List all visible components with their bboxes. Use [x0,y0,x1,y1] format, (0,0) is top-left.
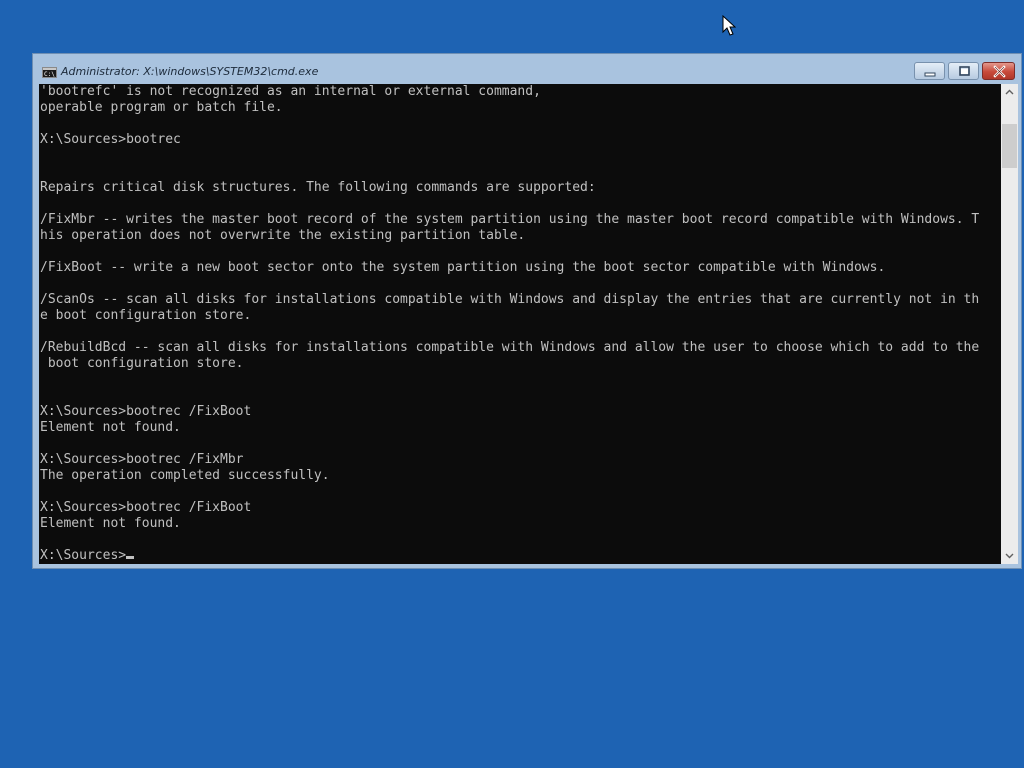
chevron-down-icon [1005,553,1014,559]
scroll-down-button[interactable] [1001,547,1018,564]
svg-text:C:\: C:\ [44,71,55,78]
cmd-window[interactable]: C:\ Administrator: X:\windows\SYSTEM32\c… [32,53,1022,569]
console-text: 'bootrefc' is not recognized as an inter… [39,84,979,564]
close-icon [993,65,1006,78]
command-prompt: X:\Sources> [40,548,127,563]
console-output[interactable]: 'bootrefc' is not recognized as an inter… [39,84,1001,564]
console-line: 'bootrefc' is not recognized as an inter… [40,84,541,99]
window-title: Administrator: X:\windows\SYSTEM32\cmd.e… [61,65,319,78]
console-line: X:\Sources>bootrec /FixBoot [40,404,252,419]
console-line: /ScanOs -- scan all disks for installati… [40,292,980,307]
minimize-icon [924,72,936,77]
scroll-up-button[interactable] [1001,84,1018,101]
console-line: Element not found. [40,420,181,435]
console-line: operable program or batch file. [40,100,283,115]
console-line: boot configuration store. [47,356,244,371]
chevron-up-icon [1005,89,1014,95]
title-bar[interactable]: C:\ Administrator: X:\windows\SYSTEM32\c… [33,54,1021,84]
cmd-app-icon: C:\ [42,67,57,78]
console-line: /RebuildBcd -- scan all disks for instal… [40,340,980,355]
close-button[interactable] [982,62,1015,80]
console-line: The operation completed successfully. [40,468,330,483]
mouse-pointer-icon [722,15,736,36]
restore-icon [959,66,970,76]
console-line: e boot configuration store. [40,308,252,323]
console-line: X:\Sources>bootrec /FixMbr [40,452,244,467]
console-line: X:\Sources>bootrec /FixBoot [40,500,252,515]
scrollbar-thumb[interactable] [1002,124,1017,168]
console-line: /FixMbr -- writes the master boot record… [40,212,980,227]
minimize-button[interactable] [914,62,945,80]
console-line: Repairs critical disk structures. The fo… [40,180,596,195]
console-line: Element not found. [40,516,181,531]
text-caret [126,556,135,559]
console-lines: 'bootrefc' is not recognized as an inter… [40,84,979,531]
vertical-scrollbar[interactable] [1001,84,1018,564]
console-line: /FixBoot -- write a new boot sector onto… [40,260,886,275]
console-line: X:\Sources>bootrec [40,132,181,147]
restore-button[interactable] [948,62,979,80]
console-line: his operation does not overwrite the exi… [40,228,526,243]
